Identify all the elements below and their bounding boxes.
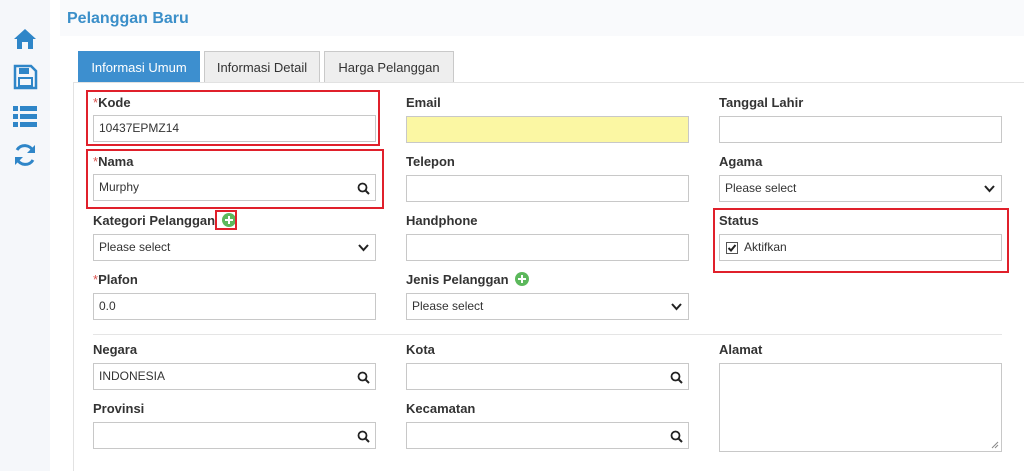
negara-value: INDONESIA [99, 369, 166, 383]
list-icon[interactable] [11, 103, 39, 129]
search-icon[interactable] [357, 371, 370, 384]
kota-input[interactable] [406, 363, 689, 390]
highlight-kategori-add [215, 210, 237, 230]
title-bar [60, 0, 1024, 36]
search-icon[interactable] [357, 430, 370, 443]
negara-input[interactable]: INDONESIA [93, 363, 376, 390]
add-jenis-icon[interactable] [515, 272, 530, 287]
chevron-down-icon [358, 244, 369, 252]
search-icon[interactable] [670, 430, 683, 443]
home-icon[interactable] [11, 26, 39, 52]
telepon-label: Telepon [406, 154, 455, 169]
refresh-icon[interactable] [11, 142, 39, 168]
jenis-value: Please select [412, 299, 484, 313]
highlight-kode [86, 90, 380, 146]
handphone-label: Handphone [406, 213, 478, 228]
sidebar [0, 0, 50, 471]
tab-informasi-detail[interactable]: Informasi Detail [204, 51, 320, 82]
kota-label: Kota [406, 342, 435, 357]
email-input[interactable] [406, 116, 689, 143]
tanggal-lahir-input[interactable] [719, 116, 1002, 143]
agama-select[interactable]: Please select [719, 175, 1002, 202]
chevron-down-icon [984, 185, 995, 193]
agama-value: Please select [725, 181, 797, 195]
provinsi-input[interactable] [93, 422, 376, 449]
search-icon[interactable] [670, 371, 683, 384]
chevron-down-icon [671, 303, 682, 311]
kategori-value: Please select [99, 240, 171, 254]
resize-grip-icon[interactable] [991, 441, 999, 449]
alamat-textarea[interactable] [719, 363, 1002, 452]
jenis-label: Jenis Pelanggan [406, 272, 530, 287]
negara-label: Negara [93, 342, 138, 357]
tanggal-lahir-label: Tanggal Lahir [719, 95, 804, 110]
kecamatan-label: Kecamatan [406, 401, 476, 416]
highlight-status [713, 208, 1009, 273]
agama-label: Agama [719, 154, 763, 169]
tab-informasi-umum[interactable]: Informasi Umum [78, 51, 200, 82]
email-label: Email [406, 95, 441, 110]
plafon-label: *Plafon [93, 272, 138, 287]
jenis-select[interactable]: Please select [406, 293, 689, 320]
provinsi-label: Provinsi [93, 401, 145, 416]
telepon-input[interactable] [406, 175, 689, 202]
alamat-label: Alamat [719, 342, 763, 357]
kategori-select[interactable]: Please select [93, 234, 376, 261]
section-divider [93, 334, 1002, 335]
save-icon[interactable] [11, 64, 39, 90]
plafon-input[interactable]: 0.0 [93, 293, 376, 320]
tab-harga-pelanggan[interactable]: Harga Pelanggan [324, 51, 454, 82]
highlight-nama [86, 149, 384, 209]
handphone-input[interactable] [406, 234, 689, 261]
kecamatan-input[interactable] [406, 422, 689, 449]
page-title: Pelanggan Baru [67, 10, 189, 27]
